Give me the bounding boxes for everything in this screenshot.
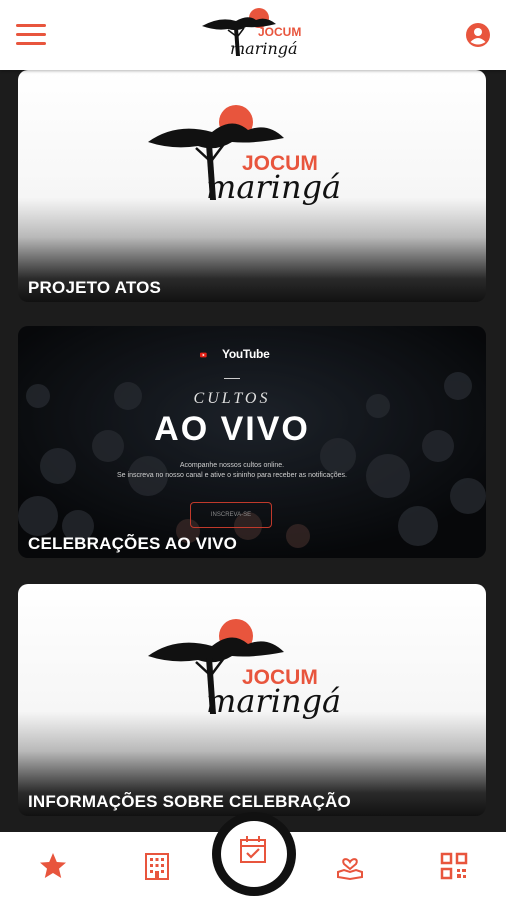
jocum-maringa-logo: JOCUM maringá	[148, 619, 341, 720]
content-area: JOCUM maringá PROJETO ATOS YouTube CULTO…	[0, 70, 506, 832]
card-projeto-atos[interactable]: JOCUM maringá PROJETO ATOS	[18, 70, 486, 302]
live-description-line1: Acompanhe nossos cultos online.	[179, 462, 285, 469]
jocum-maringa-logo: JOCUM maringá	[202, 8, 301, 58]
live-description-line2: Se inscreva no nosso canal e ative o sin…	[117, 472, 347, 479]
star-icon[interactable]	[37, 850, 69, 882]
cultos-label: CULTOS	[193, 390, 271, 407]
ao-vivo-headline: AO VIVO	[154, 410, 310, 448]
card-celebracoes-ao-vivo[interactable]: YouTube CULTOS AO VIVO Acompanhe nossos …	[18, 326, 486, 558]
logo-bottom-text: maringá	[206, 682, 341, 720]
card-informacoes-celebracao[interactable]: JOCUM maringá INFORMAÇÕES SOBRE CELEBRAÇ…	[18, 584, 486, 816]
youtube-label: YouTube	[222, 347, 270, 361]
hand-heart-icon[interactable]	[334, 850, 366, 882]
app-header: JOCUM maringá	[0, 0, 506, 70]
card-title: PROJETO ATOS	[28, 278, 162, 297]
jocum-maringa-logo: JOCUM maringá	[148, 105, 341, 206]
account-circle-icon[interactable]	[466, 23, 490, 47]
separator-line	[224, 378, 240, 379]
qr-code-icon[interactable]	[438, 850, 470, 882]
calendar-check-button[interactable]	[210, 788, 298, 900]
logo-bottom-text: maringá	[206, 168, 341, 206]
building-icon[interactable]	[141, 850, 173, 882]
hamburger-menu-icon[interactable]	[16, 24, 46, 46]
subscribe-button[interactable]: INSCREVA-SE	[190, 502, 272, 528]
card-title: INFORMAÇÕES SOBRE CELEBRAÇÃO	[28, 792, 351, 811]
logo-top-text: JOCUM	[258, 25, 301, 39]
card-title: CELEBRAÇÕES AO VIVO	[28, 534, 238, 553]
youtube-icon	[200, 352, 207, 358]
logo-bottom-text: maringá	[230, 39, 298, 58]
